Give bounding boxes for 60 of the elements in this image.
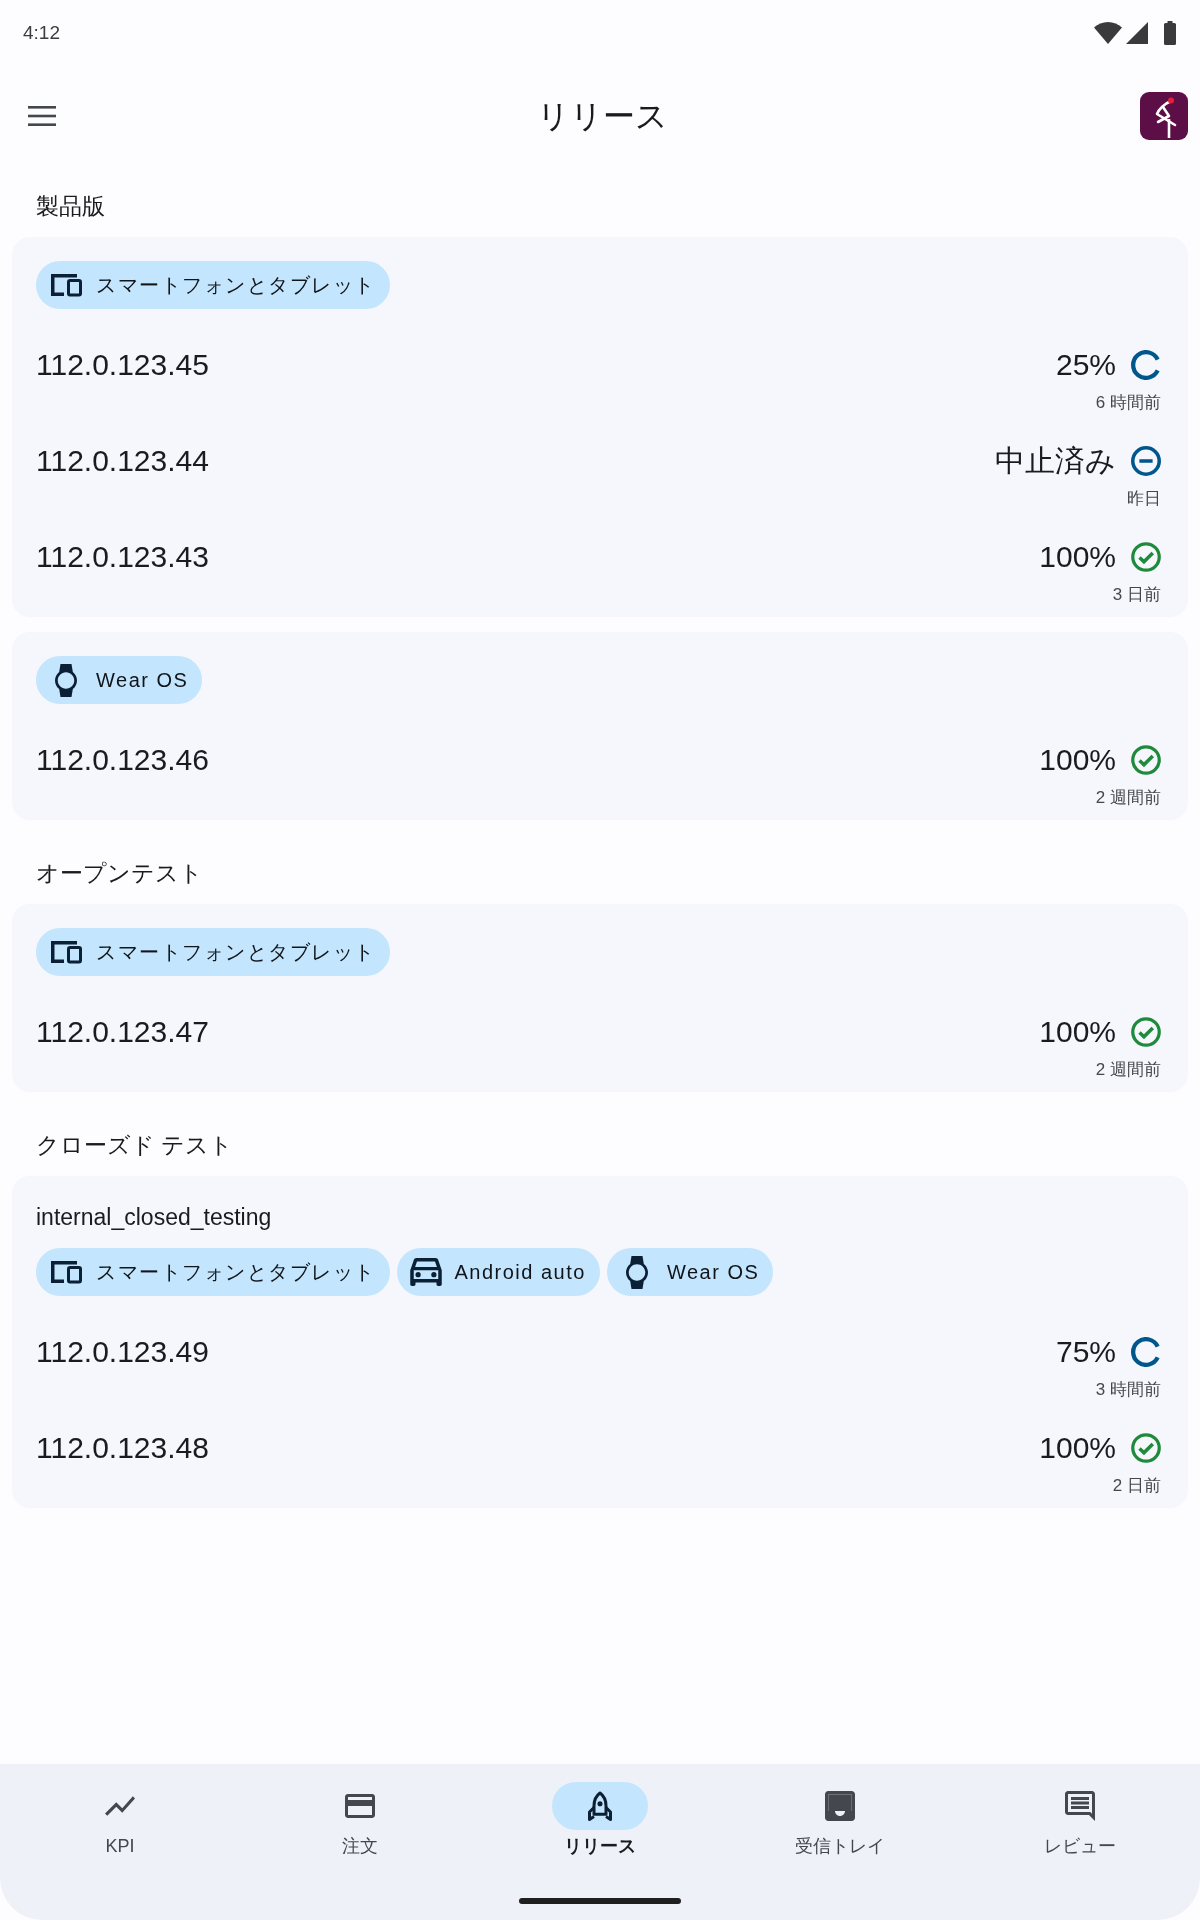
version-number: 112.0.123.48 — [36, 1430, 209, 1466]
rollout-status: 100% — [1039, 1014, 1116, 1050]
rollout-status: 100% — [1039, 539, 1116, 575]
progress-ring-icon — [1131, 1337, 1161, 1367]
chip-label: スマートフォンとタブレット — [96, 1259, 376, 1285]
comment-icon — [1065, 1791, 1095, 1821]
release-time: 2 週間前 — [1095, 1060, 1161, 1080]
version-number: 112.0.123.46 — [36, 742, 209, 778]
chip-label: Wear OS — [666, 1260, 760, 1284]
check-circle-icon — [1131, 1017, 1161, 1047]
rollout-status: 100% — [1039, 742, 1116, 778]
rollout-status: 25% — [1055, 347, 1116, 383]
check-circle-icon — [1131, 745, 1161, 775]
track-name: internal_closed_testing — [36, 1203, 273, 1232]
chip-label: スマートフォンとタブレット — [96, 939, 376, 965]
nav-tab[interactable]: 受信トレイ — [720, 1764, 960, 1858]
version-number: 112.0.123.43 — [36, 539, 209, 575]
menu-icon[interactable] — [28, 106, 56, 126]
section-title: オープンテスト — [35, 859, 204, 888]
check-circle-icon — [1131, 1433, 1161, 1463]
clock-time: 4:12 — [23, 22, 60, 44]
nav-tab[interactable]: 注文 — [240, 1764, 480, 1858]
version-number: 112.0.123.49 — [36, 1334, 209, 1370]
battery-icon — [1164, 21, 1176, 45]
release-time: 2 週間前 — [1095, 788, 1161, 808]
wifi-icon — [1094, 22, 1122, 44]
page-title: リリース — [535, 97, 669, 136]
car-icon — [409, 1258, 442, 1286]
phone-tablet-icon — [49, 1260, 83, 1284]
section-title: クローズド テスト — [35, 1131, 235, 1160]
chip-label: Wear OS — [96, 668, 189, 692]
nav-tab[interactable]: KPI — [0, 1764, 240, 1858]
progress-ring-icon — [1131, 350, 1161, 380]
minus-circle-icon — [1131, 446, 1161, 476]
version-number: 112.0.123.44 — [36, 443, 209, 479]
section-title: 製品版 — [35, 192, 106, 221]
watch-icon — [55, 663, 77, 697]
release-time: 6 時間前 — [1095, 393, 1161, 413]
rollout-status: 75% — [1055, 1334, 1116, 1370]
chip-label: スマートフォンとタブレット — [96, 272, 376, 298]
phone-tablet-icon — [49, 273, 83, 297]
phone-tablet-icon — [49, 940, 83, 964]
app-logo-icon[interactable] — [1140, 92, 1188, 140]
release-time: 2 日前 — [1112, 1476, 1161, 1496]
signal-icon — [1126, 22, 1148, 44]
watch-icon — [625, 1255, 648, 1289]
nav-tab[interactable]: レビュー — [960, 1764, 1200, 1858]
version-number: 112.0.123.45 — [36, 347, 209, 383]
rollout-status: 中止済み — [995, 443, 1116, 479]
rollout-status: 100% — [1039, 1430, 1116, 1466]
rocket-icon — [585, 1791, 615, 1821]
version-number: 112.0.123.47 — [36, 1014, 209, 1050]
nav-tab[interactable]: リリース — [480, 1764, 720, 1858]
credit-card-icon — [345, 1791, 375, 1821]
chip-label: Android auto — [454, 1260, 586, 1284]
inbox-icon — [825, 1791, 855, 1821]
release-time: 3 時間前 — [1095, 1380, 1161, 1400]
release-time: 3 日前 — [1112, 585, 1161, 605]
check-circle-icon — [1131, 542, 1161, 572]
release-time: 昨日 — [1127, 489, 1161, 509]
